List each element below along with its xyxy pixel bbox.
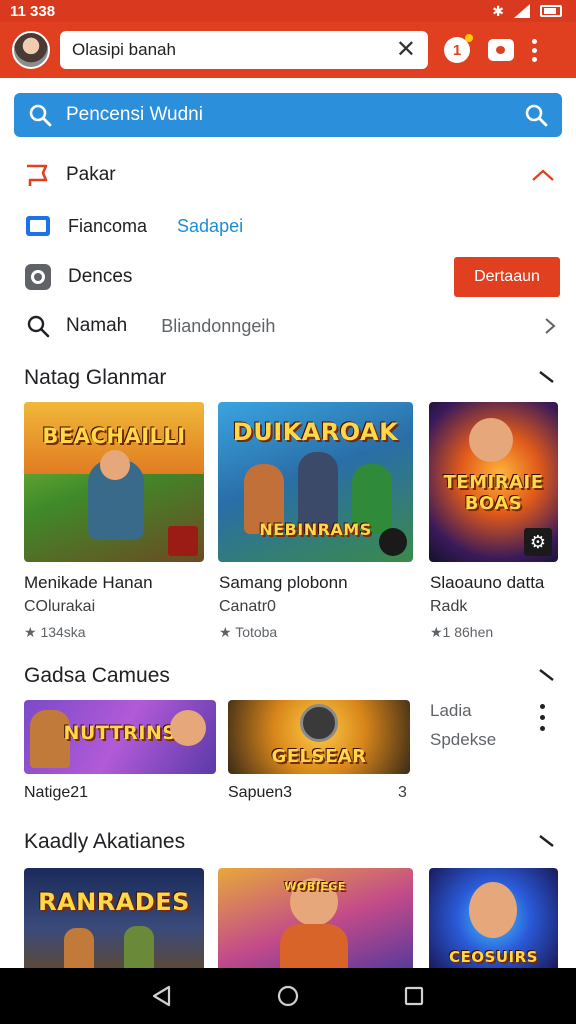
game-art-title-8: CEOSUIRS: [449, 948, 538, 966]
game-art-title-7: WOBIEGE: [284, 880, 346, 893]
game-rating-2: ★ Totoba: [219, 624, 278, 640]
game-title-3[interactable]: Slaoauno datta: [430, 573, 544, 593]
section-arrow-icon[interactable]: [538, 666, 556, 684]
menu-label-fiancoma: Fiancoma: [68, 215, 148, 236]
search-bar: [14, 93, 562, 137]
top-search-input[interactable]: [72, 40, 396, 60]
home-icon[interactable]: [276, 984, 300, 1008]
game-title-1[interactable]: Menikade Hanan: [24, 573, 153, 593]
search-icon: [24, 312, 52, 340]
game-developer-1: COlurakai: [24, 598, 96, 615]
game-thumbnail-6[interactable]: RANRADES: [24, 868, 204, 968]
game-art-title-2: DUIKAROAK: [232, 418, 399, 446]
search-submit-icon[interactable]: [524, 103, 548, 127]
game-title-4[interactable]: Natige21: [24, 784, 88, 802]
recents-icon[interactable]: [403, 985, 425, 1007]
section-title-2: Gadsa Camues: [24, 664, 170, 687]
character-head-art: [469, 418, 513, 462]
game-developer-3: Radk: [430, 598, 468, 615]
character-art: [124, 926, 154, 968]
character-head-art: [100, 450, 130, 480]
notification-icon[interactable]: 1: [444, 34, 473, 63]
game-thumbnail-7[interactable]: WOBIEGE: [218, 868, 413, 968]
game-art-title-5: GELSEAR: [271, 746, 367, 767]
notification-dot: [465, 34, 473, 42]
chat-bubble-icon: [24, 263, 52, 291]
avatar[interactable]: [12, 31, 50, 69]
helmet-art: [300, 704, 338, 742]
menu-label-pakar: Pakar: [66, 164, 116, 185]
side-label-1: Ladia: [430, 701, 472, 720]
menu-label-dences: Dences: [68, 266, 133, 287]
menu-row-dences[interactable]: Dences Dertaaun: [24, 257, 560, 297]
game-rating-3: ★1 86hen: [430, 624, 494, 640]
search-icon: [29, 104, 52, 127]
game-count-5: 3: [398, 784, 407, 801]
menu-sub-sadapei[interactable]: Sadapei: [177, 216, 243, 237]
app-bar: ✕ 1: [0, 22, 576, 78]
battery-icon: [540, 5, 562, 17]
game-art-title-6: RANRADES: [38, 888, 190, 916]
character-art: [64, 928, 94, 968]
menu-sub-namah: Bliandonngeih: [161, 315, 276, 336]
game-thumbnail-2[interactable]: DUIKAROAK NEBINRAMS: [218, 402, 413, 562]
status-time: 11 338: [10, 2, 56, 20]
side-label-2: Spdekse: [430, 730, 497, 749]
game-rating-1: ★ 134ska: [24, 624, 86, 640]
close-icon[interactable]: ✕: [396, 38, 416, 62]
notification-count: 1: [452, 41, 462, 59]
signal-icon: [514, 4, 530, 18]
more-options-icon[interactable]: [532, 38, 537, 62]
menu-row-fiancoma[interactable]: Fiancoma Sadapei: [24, 206, 560, 246]
chat-icon[interactable]: [488, 39, 514, 61]
section-arrow-icon[interactable]: [538, 832, 556, 850]
flag-icon: [24, 161, 52, 189]
game-developer-2: Canatr0: [219, 598, 276, 615]
character-head-art: [170, 710, 206, 746]
game-thumbnail-3[interactable]: TEMIRAIE BOAS ⚙: [429, 402, 558, 562]
action-button[interactable]: Dertaaun: [454, 257, 560, 297]
back-icon[interactable]: [151, 985, 173, 1007]
search-input[interactable]: [66, 104, 524, 126]
section-title-3: Kaadly Akatianes: [24, 830, 186, 853]
game-thumbnail-1[interactable]: BEACHAILLI: [24, 402, 204, 562]
game-badge-icon: [379, 528, 407, 556]
bluetooth-icon: ✱: [492, 2, 504, 19]
menu-row-namah[interactable]: Namah Bliandonngeih: [24, 306, 560, 346]
game-art-title-1: BEACHAILLI: [42, 424, 186, 448]
gear-icon: ⚙: [524, 528, 552, 556]
character-art: [280, 924, 348, 968]
game-thumbnail-8[interactable]: CEOSUIRS: [429, 868, 558, 968]
game-title-2[interactable]: Samang plobonn: [219, 573, 348, 593]
game-thumbnail-4[interactable]: NUTTRINS: [24, 700, 216, 774]
menu-label-namah: Namah: [66, 315, 128, 336]
window-icon: [24, 212, 52, 240]
game-thumbnail-5[interactable]: GELSEAR: [228, 700, 410, 774]
section-arrow-icon[interactable]: [538, 368, 556, 386]
menu-row-pakar[interactable]: Pakar: [24, 155, 560, 195]
status-icons: ✱: [492, 3, 562, 20]
character-head-art: [469, 882, 517, 938]
top-search-box: ✕: [60, 31, 428, 69]
section-title-1: Natag Glanmar: [24, 366, 167, 389]
game-title-5[interactable]: Sapuen3: [228, 784, 292, 802]
status-bar: 11 338 ✱: [0, 0, 576, 22]
game-badge-icon: [168, 526, 198, 556]
chevron-right-icon[interactable]: [544, 317, 556, 335]
system-nav-bar: [0, 968, 576, 1024]
more-options-icon[interactable]: [540, 704, 545, 731]
game-art-title-3: TEMIRAIE BOAS: [443, 472, 544, 514]
app-bar-actions: 1: [444, 34, 537, 63]
chevron-up-icon[interactable]: [530, 167, 556, 183]
